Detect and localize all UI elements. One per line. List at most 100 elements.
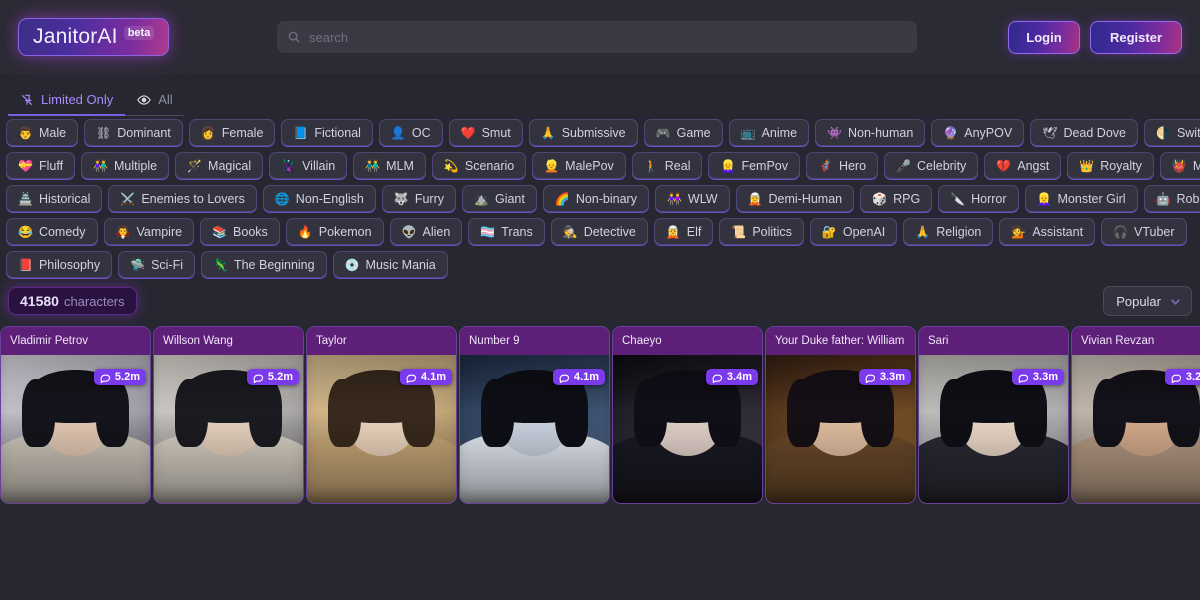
sort-dropdown[interactable]: Popular xyxy=(1103,286,1192,316)
tag-filter-list: 👨 Male ⛓ Dominant 👩 Female 📘 Fictional 👤 OC ❤️ Smut… xyxy=(0,116,1200,278)
tag-mlm[interactable]: 👬 MLM xyxy=(353,152,426,179)
tag-alien[interactable]: 👽 Alien xyxy=(389,218,463,245)
tag-non-binary[interactable]: 🌈 Non-binary xyxy=(542,185,649,212)
character-portrait: 4.1m xyxy=(307,355,456,503)
app-logo[interactable]: JanitorAI beta xyxy=(18,18,170,56)
tag-malepov[interactable]: 👱 MalePov xyxy=(532,152,626,179)
tag-angst[interactable]: 💔 Angst xyxy=(984,152,1062,179)
tag-emoji-icon: 🦎 xyxy=(213,257,228,272)
tag-furry[interactable]: 🐺 Furry xyxy=(381,185,457,212)
tag-detective[interactable]: 🕵️ Detective xyxy=(550,218,648,245)
tag-monster[interactable]: 👹 Monster xyxy=(1159,152,1200,179)
tag-switch[interactable]: 🌗 Switch xyxy=(1143,119,1200,146)
tag-horror[interactable]: 🔪 Horror xyxy=(938,185,1019,212)
tag-multiple[interactable]: 👫 Multiple xyxy=(81,152,170,179)
tag-emoji-icon: 📜 xyxy=(731,224,747,239)
tag-robot[interactable]: 🤖 Robot xyxy=(1143,185,1200,212)
character-card[interactable]: Willson Wang 5.2m xyxy=(153,326,304,504)
tag-non-english[interactable]: 🌐 Non-English xyxy=(262,185,376,212)
character-card[interactable]: Vladimir Petrov 5.2m xyxy=(0,326,151,504)
tag-fluff[interactable]: 💝 Fluff xyxy=(6,152,76,179)
tag-books[interactable]: 📚 Books xyxy=(200,218,280,245)
tag-anime[interactable]: 📺 Anime xyxy=(728,119,810,146)
tag-trans[interactable]: 🏳️‍⚧️ Trans xyxy=(468,218,545,245)
search-bar[interactable] xyxy=(277,21,917,53)
tag-monster-girl[interactable]: 👱‍♀️ Monster Girl xyxy=(1024,185,1138,212)
character-name: Vladimir Petrov xyxy=(10,335,88,347)
tab-all[interactable]: All xyxy=(125,92,184,116)
tag-label: Religion xyxy=(936,224,982,239)
tag-emoji-icon: ❤️ xyxy=(460,125,476,140)
tag-royalty[interactable]: 👑 Royalty xyxy=(1067,152,1154,179)
tag-emoji-icon: 👱 xyxy=(544,158,560,173)
eye-icon xyxy=(137,94,152,105)
tag-assistant[interactable]: 💁 Assistant xyxy=(999,218,1096,245)
character-card[interactable]: Vivian Revzan 3.2m xyxy=(1071,326,1200,504)
character-name: Taylor xyxy=(316,335,347,347)
register-button[interactable]: Register xyxy=(1090,20,1182,54)
tag-music-mania[interactable]: 💿 Music Mania xyxy=(332,251,448,278)
tag-dominant[interactable]: ⛓ Dominant xyxy=(84,119,183,146)
tag-scenario[interactable]: 💫 Scenario xyxy=(431,152,527,179)
login-button[interactable]: Login xyxy=(1008,20,1080,54)
tag-demi-human[interactable]: 🧝 Demi-Human xyxy=(735,185,855,212)
tag-emoji-icon: ⛓ xyxy=(96,125,112,140)
tag-openai[interactable]: 🔐 OpenAI xyxy=(809,218,898,245)
character-card[interactable]: Your Duke father: William V 3.3m xyxy=(765,326,916,504)
tag-emoji-icon: 🎧 xyxy=(1113,224,1128,239)
tag-comedy[interactable]: 😂 Comedy xyxy=(6,218,98,245)
tag-emoji-icon: 🛸 xyxy=(130,257,146,272)
tag-vtuber[interactable]: 🎧 VTuber xyxy=(1101,218,1187,245)
character-card-header: Taylor xyxy=(307,327,456,355)
tag-label: Alien xyxy=(422,224,451,239)
character-card[interactable]: Taylor 4.1m xyxy=(306,326,457,504)
tag-giant[interactable]: ⛰️ Giant xyxy=(462,185,537,212)
tag-real[interactable]: 🚶 Real xyxy=(631,152,703,179)
tag-enemies-to-lovers[interactable]: ⚔️ Enemies to Lovers xyxy=(108,185,257,212)
tag-elf[interactable]: 🧝 Elf xyxy=(653,218,714,245)
character-card-header: Your Duke father: William V xyxy=(766,327,915,355)
tag-fictional[interactable]: 📘 Fictional xyxy=(281,119,373,146)
tag-politics[interactable]: 📜 Politics xyxy=(719,218,804,245)
tag-male[interactable]: 👨 Male xyxy=(6,119,79,146)
chevron-down-icon xyxy=(1171,298,1180,305)
chat-bubble-icon xyxy=(712,374,723,383)
tag-oc[interactable]: 👤 OC xyxy=(378,119,443,146)
search-input[interactable] xyxy=(309,29,907,45)
tag-female[interactable]: 👩 Female xyxy=(188,119,276,146)
tag-celebrity[interactable]: 🎤 Celebrity xyxy=(884,152,979,179)
tag-row: 😂 Comedy 🧛 Vampire 📚 Books 🔥 Pokemon 👽 Alien 🏳️‍⚧️… xyxy=(6,218,1194,245)
tag-game[interactable]: 🎮 Game xyxy=(643,119,723,146)
tag-wlw[interactable]: 👭 WLW xyxy=(654,185,730,212)
character-card[interactable]: Chaeyo 3.4m xyxy=(612,326,763,504)
tag-anypov[interactable]: 🔮 AnyPOV xyxy=(931,119,1025,146)
tag-historical[interactable]: 🏯 Historical xyxy=(6,185,103,212)
tag-magical[interactable]: 🪄 Magical xyxy=(175,152,264,179)
tag-dead-dove[interactable]: 🕊 Dead Dove xyxy=(1030,119,1138,146)
character-card[interactable]: Sari 3.3m xyxy=(918,326,1069,504)
tag-philosophy[interactable]: 📕 Philosophy xyxy=(6,251,113,278)
tag-label: Politics xyxy=(752,224,792,239)
tag-non-human[interactable]: 👾 Non-human xyxy=(815,119,926,146)
chat-count-badge: 3.4m xyxy=(705,369,758,385)
tag-vampire[interactable]: 🧛 Vampire xyxy=(103,218,195,245)
tag-fempov[interactable]: 👱‍♀️ FemPov xyxy=(708,152,800,179)
tag-villain[interactable]: 🦹 Villain xyxy=(269,152,348,179)
tag-sci-fi[interactable]: 🛸 Sci-Fi xyxy=(118,251,196,278)
chat-count-badge: 5.2m xyxy=(246,369,299,385)
character-name: Vivian Revzan xyxy=(1081,335,1155,347)
tag-the-beginning[interactable]: 🦎 The Beginning xyxy=(201,251,327,278)
tag-submissive[interactable]: 🙏 Submissive xyxy=(528,119,638,146)
tag-rpg[interactable]: 🎲 RPG xyxy=(860,185,933,212)
character-portrait: 4.1m xyxy=(460,355,609,503)
tag-religion[interactable]: 🙏 Religion xyxy=(903,218,994,245)
tag-emoji-icon: 🕵️ xyxy=(562,224,578,239)
character-card[interactable]: Number 9 4.1m xyxy=(459,326,610,504)
tag-smut[interactable]: ❤️ Smut xyxy=(448,119,523,146)
tag-pokemon[interactable]: 🔥 Pokemon xyxy=(285,218,384,245)
tab-limited-only[interactable]: Limited Only xyxy=(8,92,126,116)
tag-emoji-icon: 🎲 xyxy=(872,191,888,206)
tag-label: Dead Dove xyxy=(1063,125,1126,140)
tag-emoji-icon: 💔 xyxy=(996,158,1012,173)
tag-hero[interactable]: 🦸 Hero xyxy=(805,152,879,179)
